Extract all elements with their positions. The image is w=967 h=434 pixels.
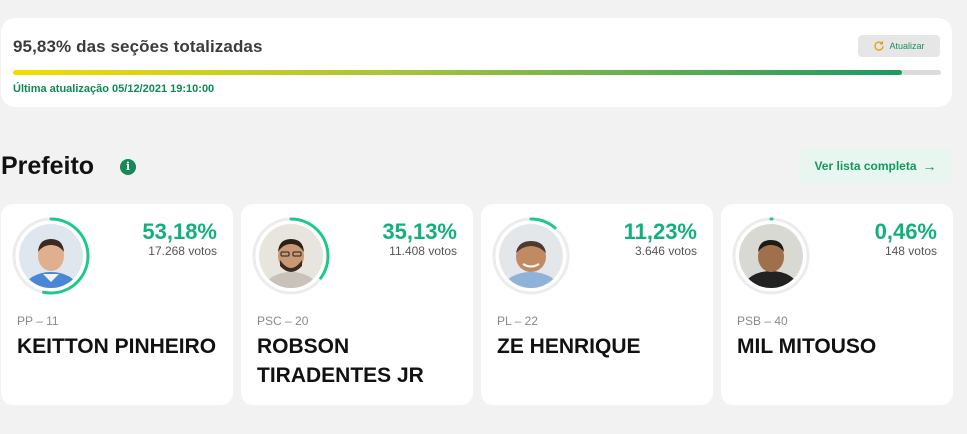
- candidate-card[interactable]: 53,18% 17.268 votos PP – 11 KEITTON PINH…: [1, 204, 233, 405]
- vote-count: 17.268 votos: [148, 244, 217, 258]
- candidate-photo: [259, 224, 323, 288]
- candidate-photo: [499, 224, 563, 288]
- candidate-name: ZE HENRIQUE: [497, 335, 641, 358]
- full-list-button[interactable]: Ver lista completa →: [799, 148, 952, 183]
- candidate-photo: [739, 224, 803, 288]
- candidate-name: ROBSON TIRADENTES JR: [257, 335, 424, 387]
- vote-percentage: 35,13%: [382, 219, 457, 244]
- vote-percentage: 53,18%: [142, 219, 217, 244]
- full-list-label: Ver lista completa: [814, 158, 917, 173]
- party-number: PP – 11: [17, 314, 59, 328]
- vote-count: 11.408 votos: [389, 244, 457, 258]
- refresh-label: Atualizar: [889, 41, 925, 51]
- party-number: PSC – 20: [257, 314, 309, 328]
- vote-percentage: 11,23%: [623, 219, 697, 244]
- party-number: PSB – 40: [737, 314, 788, 328]
- refresh-icon: [874, 41, 885, 51]
- avatar: [259, 224, 323, 288]
- candidate-card[interactable]: 35,13% 11.408 votos PSC – 20 ROBSON TIRA…: [241, 204, 473, 405]
- candidate-card[interactable]: 11,23% 3.646 votos PL – 22 ZE HENRIQUE: [481, 204, 713, 405]
- vote-percentage: 0,46%: [874, 219, 937, 244]
- totalization-title: 95,83% das seções totalizadas: [13, 37, 263, 56]
- candidate-card[interactable]: 0,46% 148 votos PSB – 40 MIL MITOUSO: [721, 204, 953, 405]
- totalization-progress-bar: [13, 70, 941, 75]
- refresh-button[interactable]: Atualizar: [858, 35, 940, 57]
- candidate-name: MIL MITOUSO: [737, 335, 877, 358]
- candidate-photo: [19, 224, 83, 288]
- candidate-name: KEITTON PINHEIRO: [17, 335, 217, 358]
- avatar: [739, 224, 803, 288]
- arrow-right-icon: →: [922, 157, 937, 174]
- vote-count: 3.646 votos: [634, 244, 697, 258]
- info-icon[interactable]: i: [120, 159, 136, 175]
- avatar: [19, 224, 83, 288]
- avatar: [499, 224, 563, 288]
- section-title: Prefeito: [1, 152, 95, 180]
- vote-count: 148 votos: [884, 244, 937, 258]
- party-number: PL – 22: [497, 314, 538, 328]
- totalization-status-card: 95,83% das seções totalizadas Atualizar …: [1, 18, 952, 107]
- last-update-timestamp: Última atualização 05/12/2021 19:10:00: [13, 83, 215, 95]
- totalization-progress-fill: [13, 70, 903, 75]
